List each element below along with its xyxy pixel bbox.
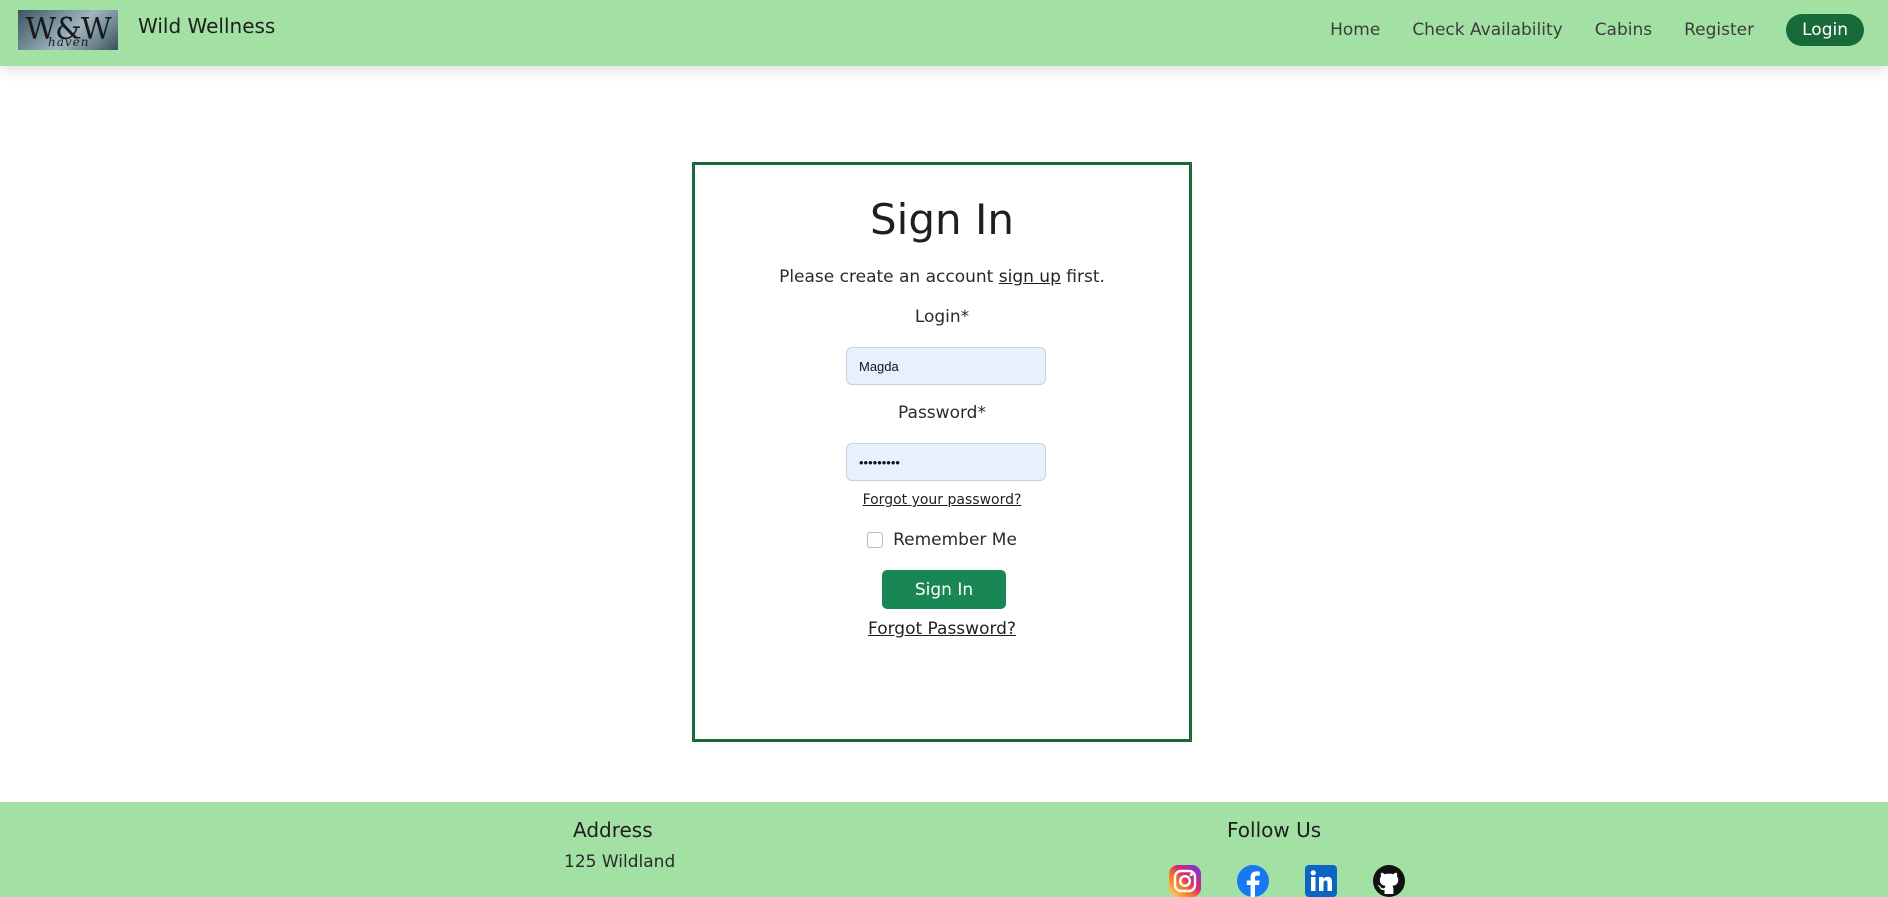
password-label: Password* (898, 403, 986, 423)
nav-link-cabins[interactable]: Cabins (1595, 20, 1652, 40)
sign-in-button[interactable]: Sign In (882, 570, 1006, 609)
facebook-icon[interactable] (1236, 864, 1270, 897)
signup-link[interactable]: sign up (999, 267, 1061, 287)
logo[interactable]: W&W haven (18, 10, 118, 50)
logo-subtext: haven (48, 35, 90, 49)
follow-us-heading: Follow Us (1227, 818, 1322, 842)
signin-intro: Please create an account sign up first. (695, 267, 1189, 287)
linkedin-icon[interactable] (1304, 864, 1338, 897)
login-input[interactable]: Magda (846, 347, 1046, 385)
instagram-icon[interactable] (1168, 864, 1202, 897)
remember-me-label[interactable]: Remember Me (893, 530, 1017, 550)
address-line-1: 125 Wildland (564, 852, 676, 872)
signin-card: Sign In Please create an account sign up… (692, 162, 1192, 742)
nav-link-home[interactable]: Home (1330, 20, 1380, 40)
password-input[interactable]: ••••••••• (846, 443, 1046, 481)
intro-text-after: first. (1060, 267, 1105, 287)
login-label: Login* (914, 307, 970, 327)
github-icon[interactable] (1372, 864, 1406, 897)
nav-link-register[interactable]: Register (1684, 20, 1754, 40)
nav-login-button[interactable]: Login (1786, 14, 1864, 46)
intro-text-before: Please create an account (779, 267, 999, 287)
forgot-password-link-small[interactable]: Forgot your password? (695, 492, 1189, 508)
navbar: W&W haven Wild Wellness Home Check Avail… (0, 0, 1888, 66)
nav-link-check-availability[interactable]: Check Availability (1412, 20, 1562, 40)
forgot-password-link[interactable]: Forgot Password? (695, 619, 1189, 639)
nav-links: Home Check Availability Cabins Register … (1298, 14, 1864, 46)
remember-me: Remember Me (695, 530, 1189, 550)
footer: Address 125 Wildland Follow Us (0, 802, 1888, 897)
brand-name[interactable]: Wild Wellness (138, 14, 275, 38)
address-heading: Address (573, 818, 653, 842)
remember-me-checkbox[interactable] (867, 532, 884, 548)
page-title: Sign In (870, 195, 1014, 244)
